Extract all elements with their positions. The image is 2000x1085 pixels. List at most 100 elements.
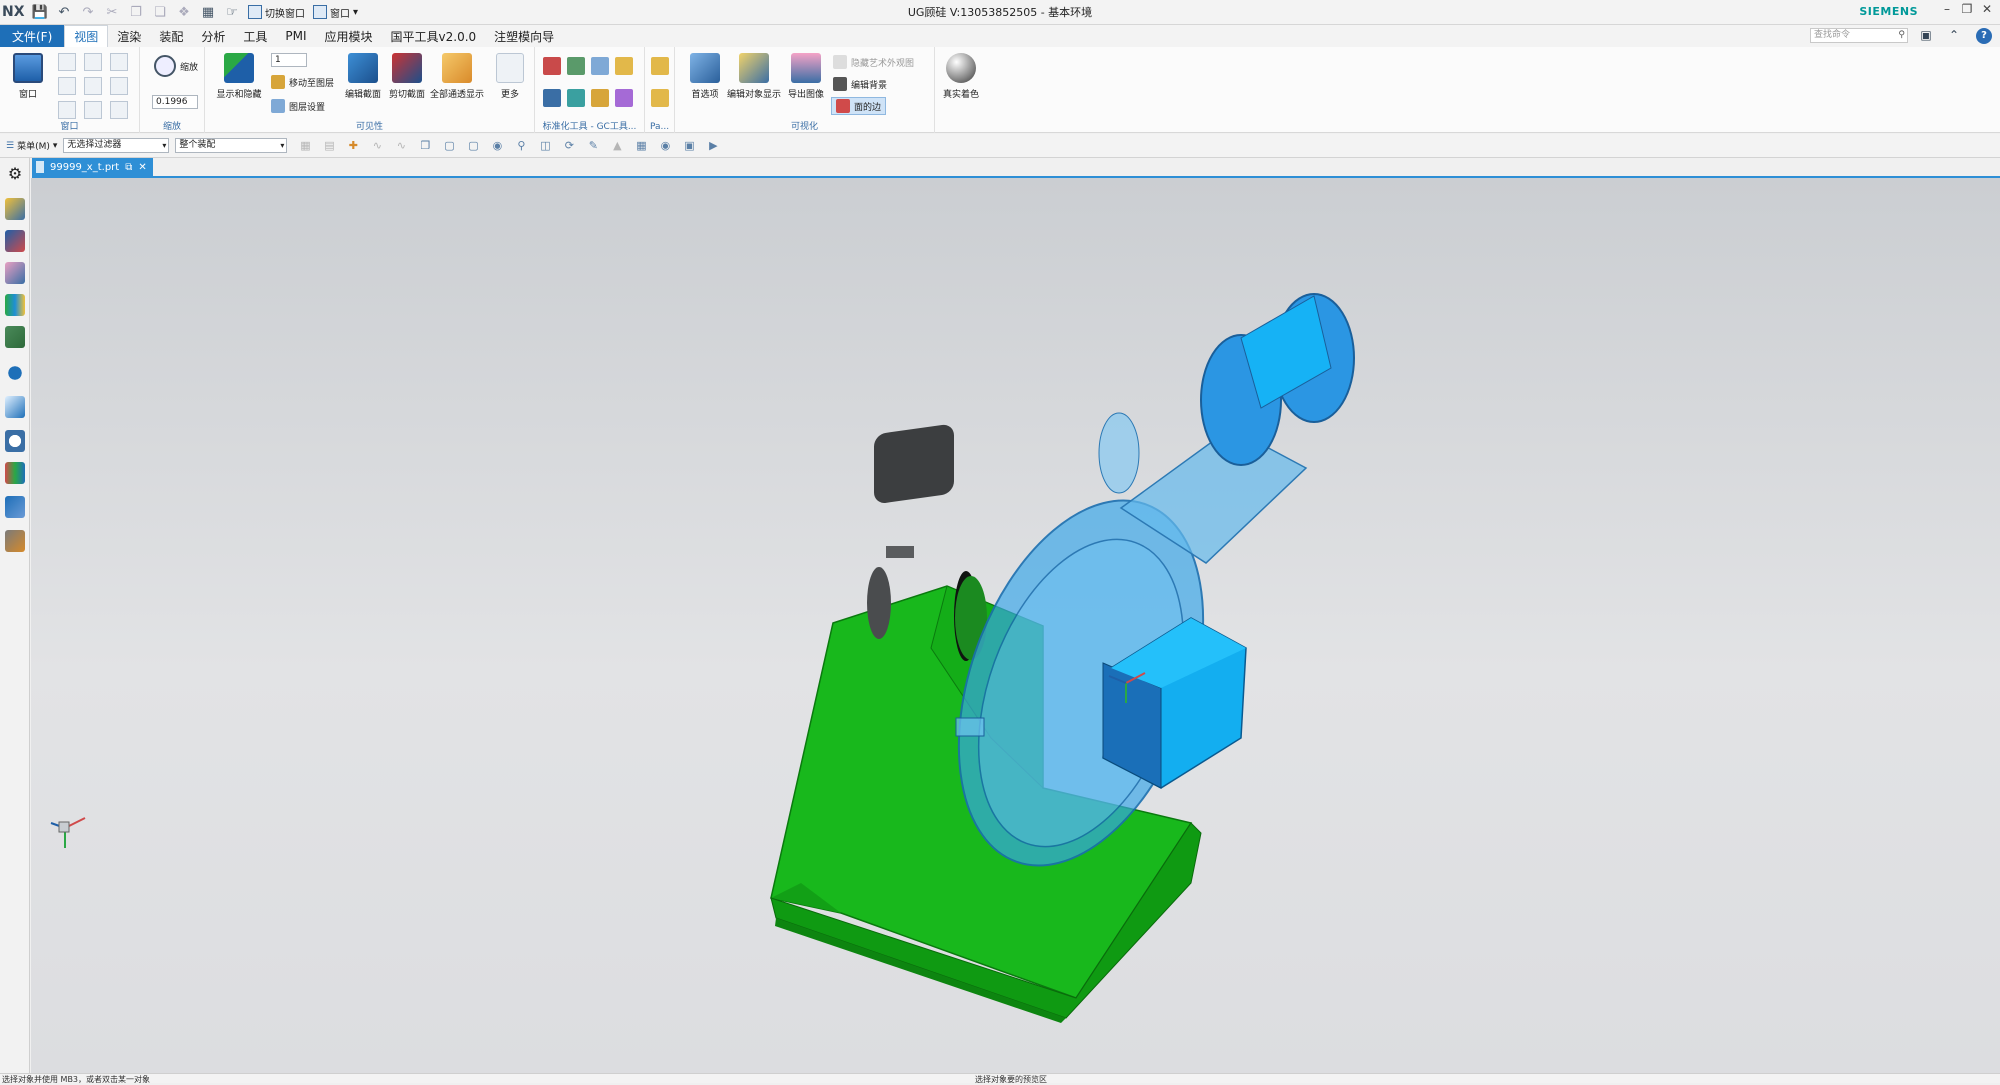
snap-point-icon[interactable]: ✚ — [344, 138, 362, 154]
std-tool-8-icon[interactable] — [615, 89, 633, 107]
full-screen-icon[interactable]: ▣ — [1918, 28, 1934, 44]
tab-assembly[interactable]: 装配 — [150, 25, 192, 47]
show-hide-toggle-icon[interactable]: ▶ — [704, 138, 722, 154]
tab-analysis[interactable]: 分析 — [192, 25, 234, 47]
type-filter-select[interactable]: 无选择过滤器 ▾ — [63, 138, 170, 153]
std-tool-7-icon[interactable] — [591, 89, 609, 107]
tab-render[interactable]: 渲染 — [108, 25, 150, 47]
tab-application[interactable]: 应用模块 — [316, 25, 382, 47]
export-image-button[interactable]: 导出图像 — [783, 51, 829, 107]
pa-tool-1-icon[interactable] — [651, 57, 669, 75]
window-button[interactable]: 窗口 — [2, 51, 54, 107]
select-all-icon[interactable]: ▦ — [296, 138, 314, 154]
edit-object-display-button[interactable]: 编辑对象显示 — [725, 51, 783, 107]
std-tool-5-icon[interactable] — [543, 89, 561, 107]
std-tool-4-icon[interactable] — [615, 57, 633, 75]
document-tab[interactable]: 99999_x_t.prt ⧉ ✕ — [32, 158, 153, 176]
undo-icon[interactable]: ↶ — [54, 2, 74, 22]
rotate-icon[interactable]: ⟳ — [560, 138, 578, 154]
file-menu[interactable]: 文件(F) — [0, 25, 65, 47]
restore-icon[interactable]: ❐ — [1958, 2, 1976, 20]
graphics-viewport[interactable] — [31, 178, 2000, 1073]
role-icon[interactable] — [5, 496, 25, 518]
zoom-scale-field[interactable]: 0.1996 — [152, 95, 198, 109]
fit-view-icon[interactable]: ▢ — [464, 138, 482, 154]
paste-icon[interactable]: ❏ — [150, 2, 170, 22]
layout-six-icon[interactable] — [84, 101, 102, 119]
layout-four-icon[interactable] — [110, 53, 128, 71]
body-select-icon[interactable]: ❐ — [416, 138, 434, 154]
tab-pmi[interactable]: PMI — [276, 25, 315, 47]
preferences-button[interactable]: 首选项 — [679, 51, 731, 107]
constraint-navigator-icon[interactable] — [5, 230, 25, 252]
menu-dropdown[interactable]: ☰ 菜单(M) ▾ — [0, 139, 63, 153]
edit-background-button[interactable]: 编辑背景 — [833, 75, 887, 93]
std-tool-6-icon[interactable] — [567, 89, 585, 107]
view-triad[interactable] — [50, 817, 86, 848]
tab-view[interactable]: 视图 — [64, 25, 109, 47]
command-search-input[interactable]: 查找命令 ⚲ — [1810, 28, 1908, 43]
face-rule-icon[interactable]: ∿ — [392, 138, 410, 154]
layout-two-icon[interactable] — [84, 53, 102, 71]
layout-single-icon[interactable] — [58, 53, 76, 71]
close-icon[interactable]: ✕ — [1978, 2, 1996, 20]
render-style-icon[interactable]: ◉ — [656, 138, 674, 154]
face-edges-button[interactable]: 面的边 — [831, 97, 887, 115]
palette-icon[interactable] — [5, 462, 25, 484]
move-to-layer-button[interactable]: 移动至图层 — [271, 73, 334, 91]
tab-mold-wizard[interactable]: 注塑模向导 — [485, 25, 563, 47]
help-icon[interactable]: ? — [1976, 28, 1992, 44]
grid-icon[interactable]: ▦ — [198, 2, 218, 22]
more-button[interactable]: 更多 — [491, 51, 529, 107]
clip-section-button[interactable]: 剪切截面 — [381, 51, 433, 107]
assembly-scope-select[interactable]: 整个装配 ▾ — [175, 138, 288, 153]
hd3d-tools-icon[interactable] — [5, 326, 25, 348]
touch-mode-icon[interactable]: ☞ — [222, 2, 242, 22]
perspective-icon[interactable]: ▲ — [608, 138, 626, 154]
gear-icon[interactable]: ⚙ — [5, 164, 25, 186]
std-tool-2-icon[interactable] — [567, 57, 585, 75]
show-hide-button[interactable]: 显示和隐藏 — [213, 51, 265, 107]
layout-grid-icon[interactable] — [110, 77, 128, 95]
view-cube-icon[interactable]: ▣ — [680, 138, 698, 154]
reuse-library-icon[interactable] — [5, 294, 25, 316]
zoom-button[interactable]: 缩放 — [154, 55, 198, 77]
cut-icon[interactable]: ✂ — [102, 2, 122, 22]
rect-select-icon[interactable]: ▢ — [440, 138, 458, 154]
system-materials-icon[interactable] — [5, 530, 25, 552]
layer-settings-button[interactable]: 图层设置 — [271, 97, 325, 115]
tab-guoping-tools[interactable]: 国平工具v2.0.0 — [382, 25, 486, 47]
layout-nine-icon[interactable] — [110, 101, 128, 119]
save-icon[interactable]: 💾 — [30, 2, 50, 22]
std-tool-1-icon[interactable] — [543, 57, 561, 75]
shaded-icon[interactable]: ◉ — [488, 138, 506, 154]
web-browser-icon[interactable] — [5, 362, 25, 384]
close-tab-icon[interactable]: ✕ — [138, 162, 146, 173]
layout-split-h-icon[interactable] — [58, 77, 76, 95]
switch-window-button[interactable]: 切换窗口 — [244, 2, 309, 22]
assembly-navigator-icon[interactable] — [5, 198, 25, 220]
pa-tool-2-icon[interactable] — [651, 89, 669, 107]
true-shading-button[interactable]: 真实着色 — [935, 51, 987, 107]
zoom-box-icon[interactable]: ◫ — [536, 138, 554, 154]
window-menu-button[interactable]: 窗口 ▾ — [309, 2, 362, 22]
clock-icon[interactable] — [5, 430, 25, 452]
copy-icon[interactable]: ❐ — [126, 2, 146, 22]
tab-tools[interactable]: 工具 — [234, 25, 276, 47]
layer-field[interactable]: 1 — [271, 53, 307, 67]
redo-icon[interactable]: ↷ — [78, 2, 98, 22]
layout-three-icon[interactable] — [58, 101, 76, 119]
layout-split-v-icon[interactable] — [84, 77, 102, 95]
art-appearance-button[interactable]: 隐藏艺术外观图 — [833, 53, 914, 71]
all-transparent-button[interactable]: 全部通透显示 — [427, 51, 487, 107]
collapse-ribbon-icon[interactable]: ⌃ — [1946, 28, 1962, 44]
detach-icon[interactable]: ⧉ — [125, 162, 132, 173]
deselect-icon[interactable]: ▤ — [320, 138, 338, 154]
curve-rule-icon[interactable]: ∿ — [368, 138, 386, 154]
minimize-icon[interactable]: – — [1938, 2, 1956, 20]
orient-view-icon[interactable]: ▦ — [632, 138, 650, 154]
pan-icon[interactable]: ✎ — [584, 138, 602, 154]
std-tool-3-icon[interactable] — [591, 57, 609, 75]
repeat-command-icon[interactable]: ❖ — [174, 2, 194, 22]
history-icon[interactable] — [5, 396, 25, 418]
